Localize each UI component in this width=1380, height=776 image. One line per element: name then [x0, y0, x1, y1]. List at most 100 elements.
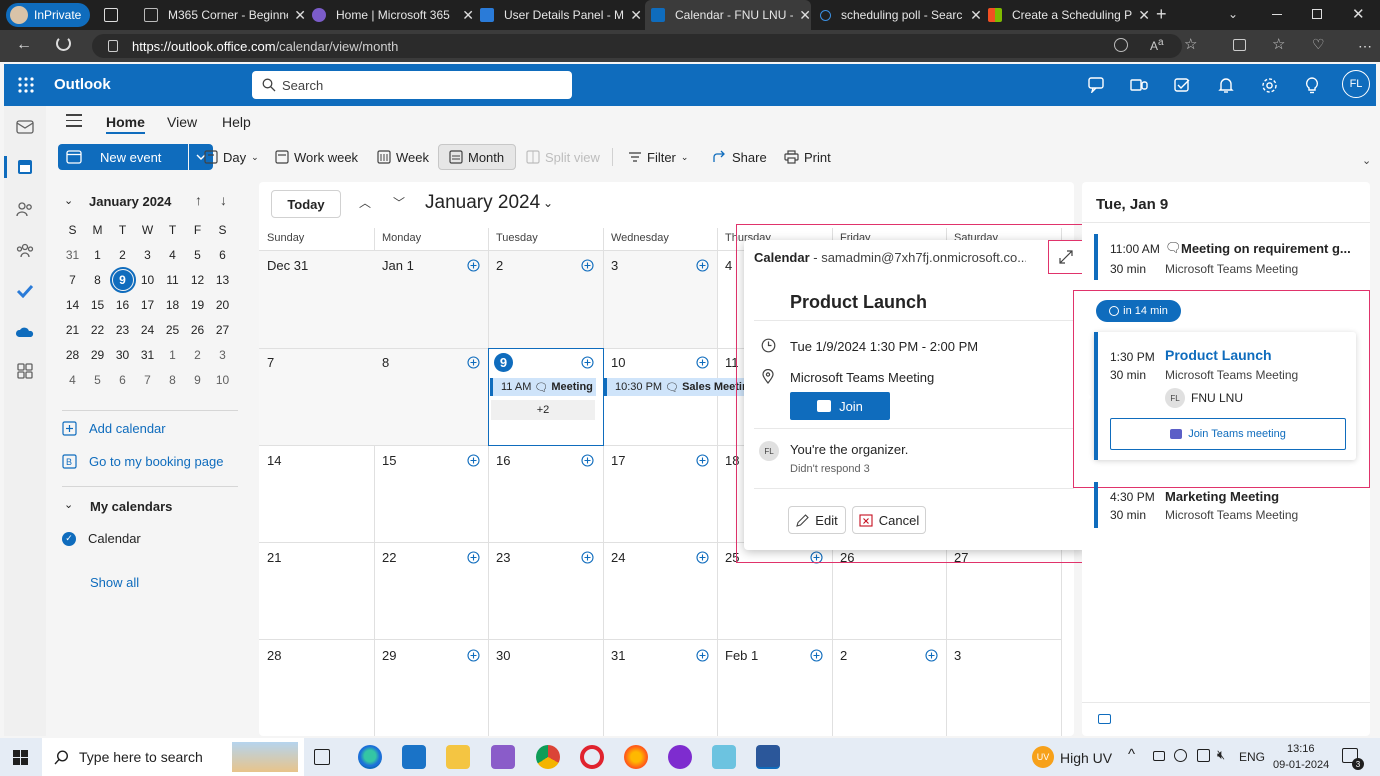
day-number[interactable]: 29 [382, 648, 396, 663]
day-number[interactable]: Dec 31 [267, 258, 308, 273]
day-number[interactable]: 23 [496, 550, 510, 565]
browser-tab-active[interactable]: Calendar - FNU LNU - C ✕ [645, 0, 811, 30]
add-event-icon[interactable] [581, 454, 594, 467]
day-number[interactable]: 30 [496, 648, 510, 663]
collapse-chevron-icon[interactable]: ⌄ [64, 194, 73, 207]
add-event-icon[interactable] [581, 551, 594, 564]
tips-lightbulb-icon[interactable] [1301, 74, 1323, 96]
day-number[interactable]: 14 [267, 453, 281, 468]
app-icon[interactable] [712, 745, 736, 769]
firefox-icon[interactable] [624, 745, 648, 769]
previous-icon[interactable]: ︿ [359, 194, 371, 211]
add-event-icon[interactable] [810, 649, 823, 662]
more-apps-icon[interactable] [13, 359, 37, 383]
day-number[interactable]: 16 [496, 453, 510, 468]
browser-tab[interactable]: User Details Panel - Mi ✕ [476, 0, 642, 30]
add-event-icon[interactable] [467, 551, 480, 564]
day-number[interactable]: 2 [496, 258, 503, 273]
work-week-button[interactable]: Work week [275, 144, 358, 170]
minical-day[interactable]: 18 [160, 298, 185, 312]
teams-chat-icon[interactable] [1086, 74, 1108, 96]
new-tab-icon[interactable]: + [1156, 4, 1167, 25]
tab-help[interactable]: Help [222, 114, 251, 130]
more-events-button[interactable]: +2 [491, 400, 595, 420]
close-tab-icon[interactable]: ✕ [294, 7, 306, 24]
app-icon[interactable] [668, 745, 692, 769]
today-day-number[interactable]: 9 [494, 353, 513, 372]
restore-icon[interactable] [1312, 9, 1322, 19]
minical-day[interactable]: 6 [110, 373, 135, 387]
opera-icon[interactable] [580, 745, 604, 769]
minical-day[interactable]: 7 [135, 373, 160, 387]
browser-essentials-icon[interactable]: ♡ [1312, 36, 1325, 53]
add-calendar-link[interactable]: Add calendar [62, 421, 166, 436]
favorites-icon[interactable]: ☆ [1272, 35, 1285, 53]
show-all-link[interactable]: Show all [90, 575, 139, 590]
minical-day[interactable]: 6 [210, 248, 235, 262]
language-indicator[interactable]: ENG [1239, 750, 1265, 764]
minical-day[interactable]: 28 [60, 348, 85, 362]
day-number[interactable]: 17 [611, 453, 625, 468]
minical-day[interactable]: 10 [135, 273, 160, 287]
tab-home[interactable]: Home [106, 114, 145, 134]
day-number[interactable]: 24 [611, 550, 625, 565]
close-window-icon[interactable]: ✕ [1352, 5, 1365, 23]
new-event-button[interactable]: New event [58, 144, 188, 170]
onedrive-cloud-icon[interactable] [13, 320, 37, 344]
expand-button[interactable] [1048, 240, 1084, 274]
weather-label[interactable]: High UV [1060, 750, 1112, 766]
account-avatar[interactable]: FL [1342, 70, 1370, 98]
day-number[interactable]: 8 [382, 355, 389, 370]
minical-day[interactable]: 11 [160, 273, 185, 287]
favorite-star-icon[interactable]: ☆ [1184, 35, 1197, 53]
collapse-chevron-icon[interactable]: ⌄ [64, 498, 73, 511]
notifications-bell-icon[interactable] [1215, 74, 1237, 96]
add-event-icon[interactable] [581, 356, 594, 369]
add-event-icon[interactable] [696, 454, 709, 467]
month-title[interactable]: January 2024 [425, 192, 540, 214]
minical-day[interactable]: 13 [210, 273, 235, 287]
app-launcher-icon[interactable] [18, 77, 34, 93]
task-view-icon[interactable] [314, 749, 330, 765]
agenda-item[interactable]: 4:30 PM 30 min Marketing Meeting Microso… [1094, 482, 1364, 528]
minical-day[interactable]: 19 [185, 298, 210, 312]
day-number[interactable]: 3 [954, 648, 961, 663]
share-button[interactable]: Share [712, 144, 767, 170]
close-tab-icon[interactable]: ✕ [1138, 7, 1150, 24]
my-calendars-heading[interactable]: My calendars [90, 499, 172, 514]
chrome-icon[interactable] [536, 745, 560, 769]
clock-date[interactable]: 09-01-2024 [1273, 759, 1329, 771]
minical-day[interactable]: 4 [160, 248, 185, 262]
todo-check-icon[interactable] [13, 279, 37, 303]
filter-button[interactable]: Filter ⌄ [628, 144, 688, 170]
mail-icon[interactable] [13, 115, 37, 139]
minical-day[interactable]: 27 [210, 323, 235, 337]
edge-browser-icon[interactable] [358, 745, 382, 769]
read-aloud-icon[interactable]: Aa [1150, 37, 1164, 53]
prev-month-arrow-icon[interactable]: ↑ [195, 192, 202, 208]
minical-day[interactable]: 10 [210, 373, 235, 387]
join-button[interactable]: Join [790, 392, 890, 420]
add-event-icon[interactable] [696, 259, 709, 272]
refresh-icon[interactable] [56, 36, 71, 51]
minical-day[interactable]: 1 [85, 248, 110, 262]
calendar-icon[interactable] [13, 155, 37, 179]
agenda-item[interactable]: 11:00 AM 30 min 🗨 Meeting on requirement… [1094, 234, 1364, 280]
day-number[interactable]: 15 [382, 453, 396, 468]
response-status[interactable]: Didn't respond 3 [790, 463, 870, 475]
url-bar[interactable]: https://outlook.office.com/calendar/view… [92, 34, 1182, 58]
split-screen-icon[interactable] [1233, 39, 1246, 51]
add-event-icon[interactable] [581, 259, 594, 272]
close-tab-icon[interactable]: ✕ [799, 7, 811, 24]
next-month-arrow-icon[interactable]: ↓ [220, 192, 227, 208]
day-number[interactable]: 3 [611, 258, 618, 273]
day-number[interactable]: 21 [267, 550, 281, 565]
minical-day[interactable]: 17 [135, 298, 160, 312]
checkmark-icon[interactable]: ✓ [62, 531, 76, 546]
minical-day[interactable]: 8 [160, 373, 185, 387]
browser-tab[interactable]: Create a Scheduling Po ✕ [984, 0, 1150, 30]
minical-day[interactable]: 1 [160, 348, 185, 362]
print-button[interactable]: Print [784, 144, 831, 170]
inprivate-badge[interactable]: InPrivate [6, 3, 90, 27]
minical-day[interactable]: 29 [85, 348, 110, 362]
